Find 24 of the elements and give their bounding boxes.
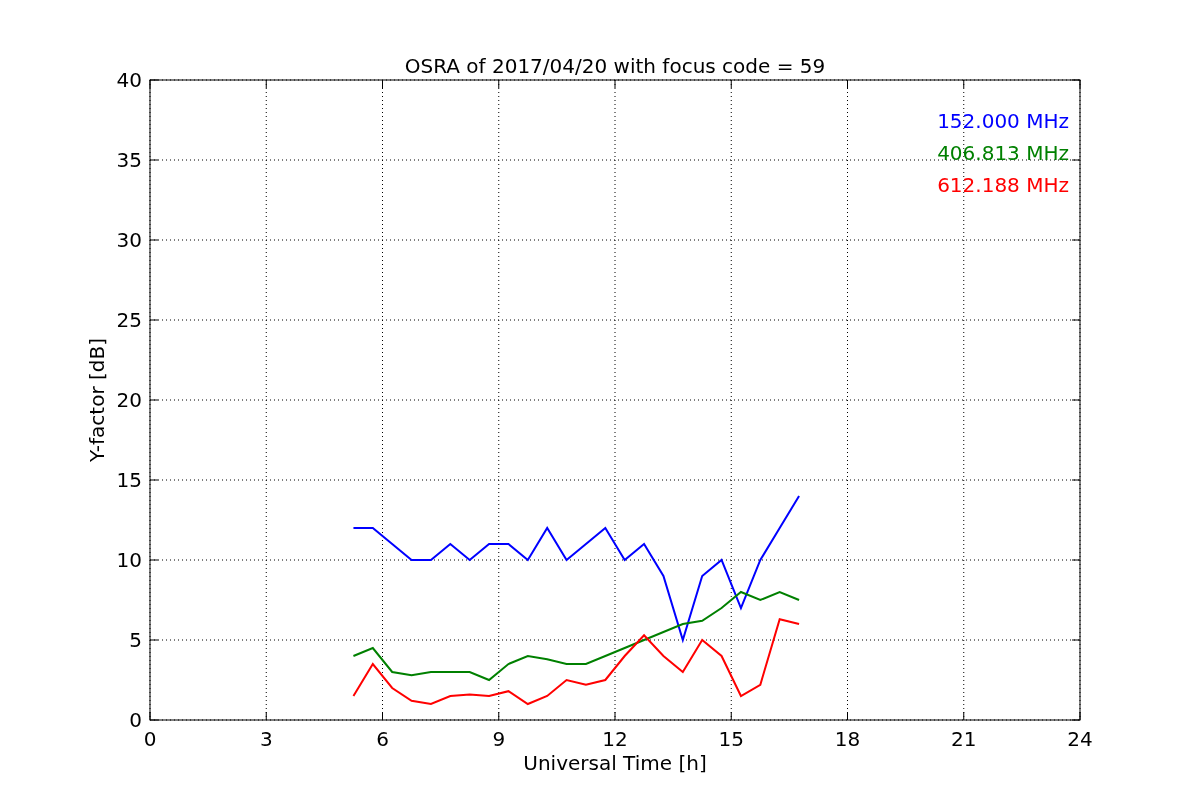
y-tick-label: 5	[129, 628, 142, 652]
y-tick-label: 15	[116, 468, 142, 492]
y-tick-label: 40	[116, 68, 142, 92]
legend-entry: 612.188 MHz	[937, 173, 1069, 197]
x-tick-label: 15	[718, 727, 744, 751]
x-tick-label: 24	[1067, 727, 1093, 751]
y-tick-label: 20	[116, 388, 142, 412]
y-tick-label: 30	[116, 228, 142, 252]
x-tick-label: 0	[143, 727, 157, 751]
y-axis-label: Y-factor [dB]	[85, 338, 109, 462]
x-tick-label: 18	[834, 727, 861, 751]
x-tick-label: 6	[376, 727, 389, 751]
y-tick-label: 35	[116, 148, 142, 172]
legend-entry: 406.813 MHz	[937, 141, 1069, 165]
x-axis-label: Universal Time [h]	[523, 751, 707, 775]
x-tick-label: 12	[602, 727, 628, 751]
legend-entry: 152.000 MHz	[937, 109, 1069, 133]
x-tick-label: 9	[492, 727, 506, 751]
x-tick-label: 3	[259, 727, 273, 751]
chart-title: OSRA of 2017/04/20 with focus code = 59	[404, 54, 826, 78]
y-tick-label: 10	[116, 548, 142, 572]
x-tick-label: 21	[951, 727, 977, 751]
y-tick-label: 25	[116, 308, 142, 332]
y-tick-label: 0	[129, 708, 142, 732]
